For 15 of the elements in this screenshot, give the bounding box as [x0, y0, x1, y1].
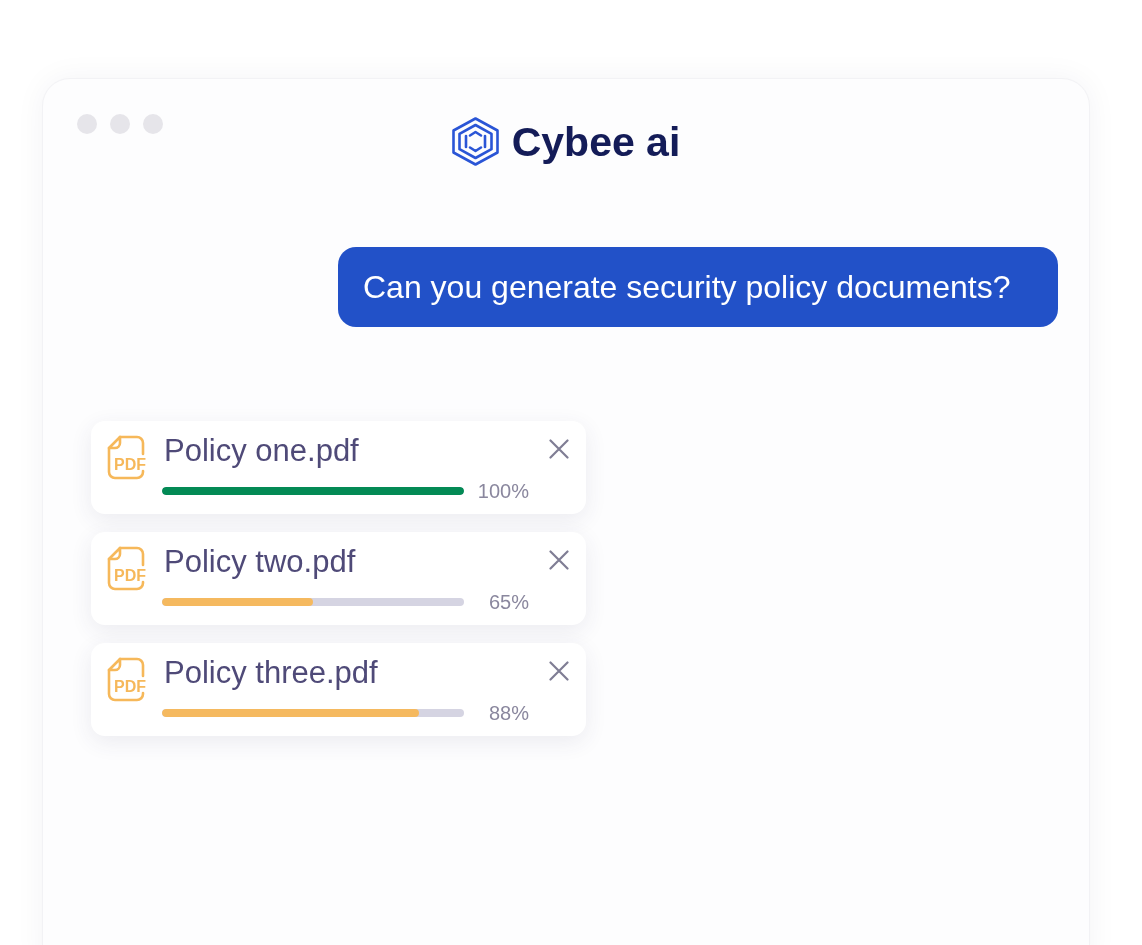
progress-percent: 100% [476, 479, 529, 503]
user-message-bubble: Can you generate security policy documents? [338, 247, 1058, 327]
file-name: Policy two.pdf [164, 544, 357, 580]
close-button[interactable] [549, 550, 569, 570]
close-icon [549, 439, 569, 459]
app-name: Cybee ai [511, 117, 681, 166]
close-button[interactable] [549, 661, 569, 681]
progress-percent: 88% [487, 701, 529, 725]
close-icon [549, 550, 569, 570]
file-name: Policy three.pdf [164, 655, 379, 691]
close-icon [549, 661, 569, 681]
file-name: Policy one.pdf [164, 433, 360, 469]
hexagon-logo-icon [451, 117, 499, 166]
close-button[interactable] [549, 439, 569, 459]
progress-percent: 65% [487, 590, 529, 614]
